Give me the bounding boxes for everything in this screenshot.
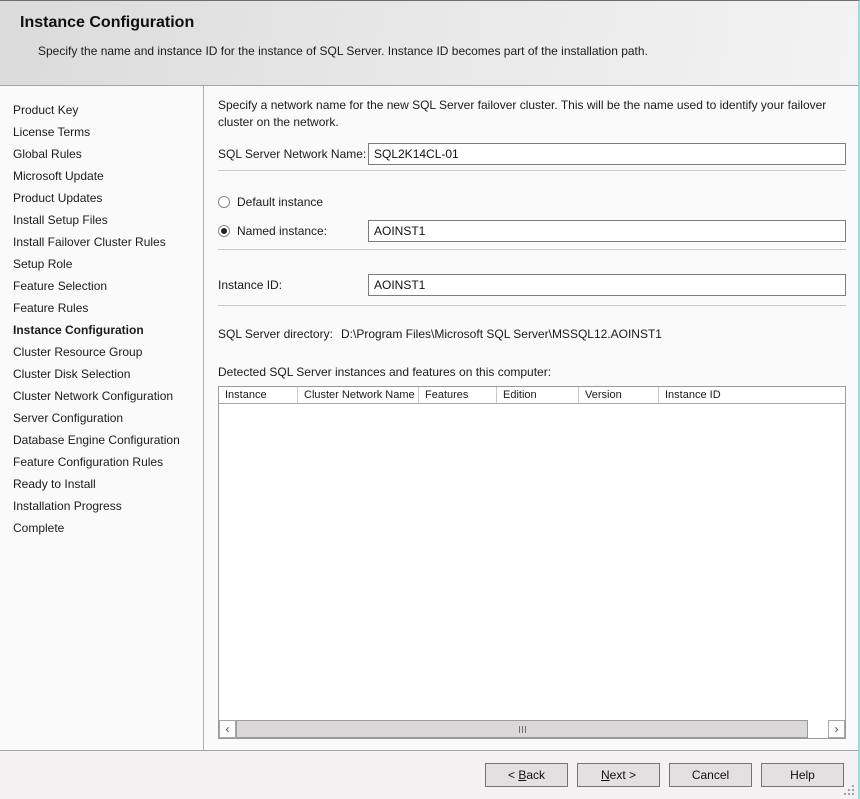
scrollbar-thumb[interactable] bbox=[236, 720, 808, 738]
sidebar-step-item: Ready to Install bbox=[13, 477, 96, 491]
wizard-header: Instance Configuration Specify the name … bbox=[0, 1, 858, 86]
network-name-row: SQL Server Network Name: bbox=[218, 143, 846, 165]
table-header-row: Instance Cluster Network Name Features E… bbox=[219, 387, 845, 404]
detected-instances-label: Detected SQL Server instances and featur… bbox=[218, 365, 552, 379]
named-instance-radio[interactable] bbox=[218, 225, 230, 237]
sidebar-step-item: Feature Selection bbox=[13, 279, 108, 293]
page-title: Instance Configuration bbox=[20, 14, 195, 31]
sql-directory-label: SQL Server directory: bbox=[218, 327, 333, 341]
table-column-header[interactable]: Instance bbox=[219, 387, 298, 403]
sidebar-step-item: Setup Role bbox=[13, 257, 73, 271]
default-instance-radio[interactable] bbox=[218, 196, 230, 208]
wizard-steps-sidebar: Product Key License Terms Global Rules M… bbox=[0, 86, 204, 750]
thumb-grip-icon bbox=[518, 725, 520, 733]
sidebar-step-item: Cluster Resource Group bbox=[13, 345, 143, 359]
named-instance-label: Named instance: bbox=[237, 224, 328, 238]
page-subtitle: Specify the name and instance ID for the… bbox=[38, 44, 648, 58]
sidebar-step-item: Product Key bbox=[13, 103, 79, 117]
cancel-button[interactable]: Cancel bbox=[669, 763, 752, 787]
sidebar-step-item: Product Updates bbox=[13, 191, 103, 205]
sidebar-step-item: Global Rules bbox=[13, 147, 82, 161]
main-panel: Specify a network name for the new SQL S… bbox=[204, 86, 858, 750]
separator bbox=[218, 249, 846, 250]
named-instance-radio-row: Named instance: bbox=[218, 220, 846, 242]
default-instance-radio-row: Default instance bbox=[218, 195, 846, 209]
resize-grip-icon[interactable] bbox=[844, 785, 855, 796]
back-button[interactable]: < Back bbox=[485, 763, 568, 787]
scrollbar-track[interactable] bbox=[236, 720, 828, 738]
named-instance-input[interactable] bbox=[368, 220, 846, 242]
next-button[interactable]: Next > bbox=[577, 763, 660, 787]
sidebar-step-item: License Terms bbox=[13, 125, 91, 139]
horizontal-scrollbar[interactable]: ‹ › bbox=[219, 720, 845, 738]
scroll-right-button[interactable]: › bbox=[828, 720, 845, 738]
help-button[interactable]: Help bbox=[761, 763, 844, 787]
sql-directory-value: D:\Program Files\Microsoft SQL Server\MS… bbox=[341, 327, 662, 341]
wizard-window: Instance Configuration Specify the name … bbox=[0, 0, 860, 799]
separator bbox=[218, 170, 846, 171]
wizard-footer: < Back Next > Cancel Help bbox=[0, 750, 858, 799]
sidebar-step-item: Installation Progress bbox=[13, 499, 122, 513]
sidebar-step-item: Instance Configuration bbox=[13, 323, 144, 337]
sql-directory-row: SQL Server directory: D:\Program Files\M… bbox=[218, 327, 846, 341]
sidebar-step-item: Cluster Disk Selection bbox=[13, 367, 131, 381]
sidebar-step-item: Complete bbox=[13, 521, 65, 535]
sidebar-step-item: Install Setup Files bbox=[13, 213, 108, 227]
separator bbox=[218, 305, 846, 306]
table-body-empty[interactable] bbox=[219, 404, 845, 720]
table-column-header[interactable]: Instance ID bbox=[659, 387, 845, 403]
table-column-header[interactable]: Edition bbox=[497, 387, 579, 403]
table-column-header[interactable]: Features bbox=[419, 387, 497, 403]
table-column-header[interactable]: Version bbox=[579, 387, 659, 403]
sidebar-step-item: Database Engine Configuration bbox=[13, 433, 180, 447]
scroll-left-button[interactable]: ‹ bbox=[219, 720, 236, 738]
detected-instances-table[interactable]: Instance Cluster Network Name Features E… bbox=[218, 386, 846, 739]
sidebar-step-item: Feature Configuration Rules bbox=[13, 455, 164, 469]
thumb-grip-icon bbox=[524, 725, 526, 733]
thumb-grip-icon bbox=[521, 725, 523, 733]
instance-id-label: Instance ID: bbox=[218, 278, 283, 292]
sidebar-step-item: Feature Rules bbox=[13, 301, 89, 315]
sidebar-step-item: Cluster Network Configuration bbox=[13, 389, 174, 403]
instance-id-row: Instance ID: bbox=[218, 274, 846, 296]
network-name-label: SQL Server Network Name: bbox=[218, 147, 367, 161]
wizard-body: Product Key License Terms Global Rules M… bbox=[0, 86, 858, 750]
instance-id-input[interactable] bbox=[368, 274, 846, 296]
network-name-input[interactable] bbox=[368, 143, 846, 165]
sidebar-step-item: Microsoft Update bbox=[13, 169, 104, 183]
table-column-header[interactable]: Cluster Network Name bbox=[298, 387, 419, 403]
instruction-text: Specify a network name for the new SQL S… bbox=[218, 98, 827, 129]
sidebar-step-item: Install Failover Cluster Rules bbox=[13, 235, 166, 249]
default-instance-label: Default instance bbox=[237, 195, 324, 209]
sidebar-step-item: Server Configuration bbox=[13, 411, 124, 425]
